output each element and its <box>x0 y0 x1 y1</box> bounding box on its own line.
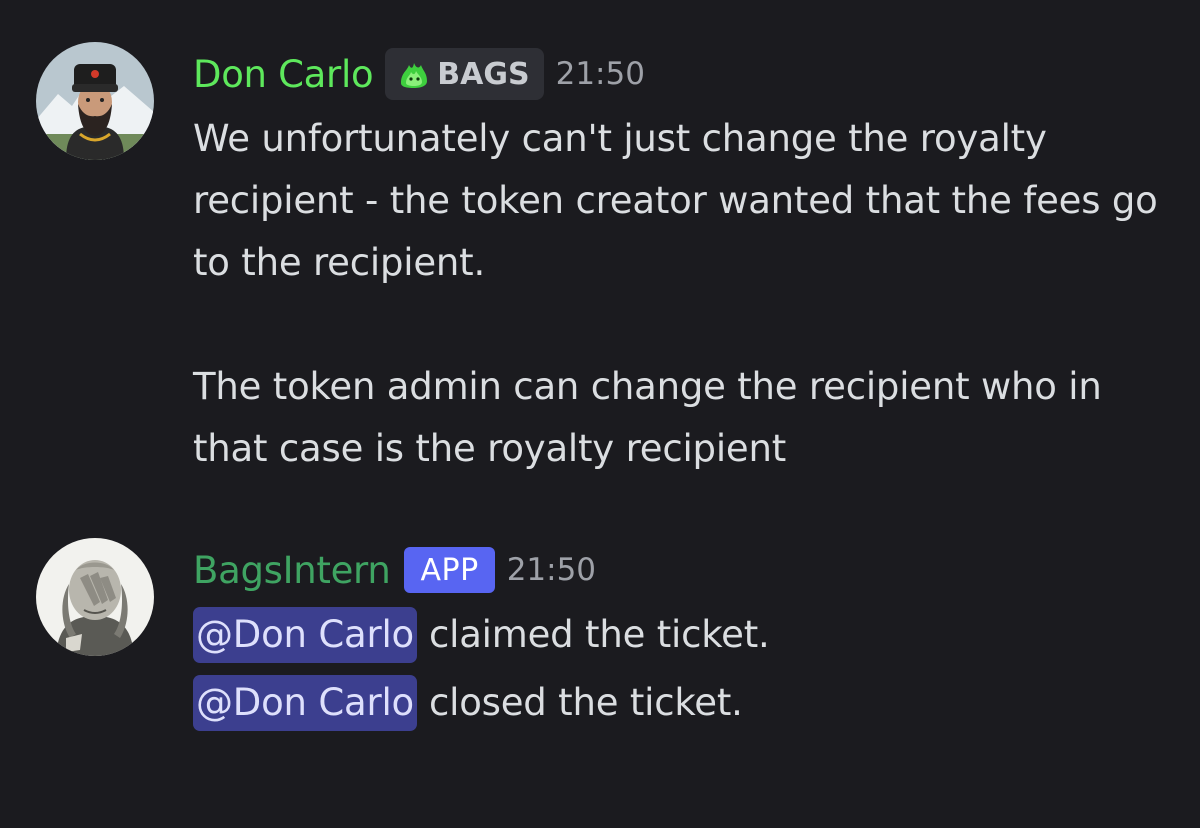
user-mention[interactable]: @Don Carlo <box>193 675 417 731</box>
timestamp[interactable]: 21:50 <box>556 56 645 92</box>
green-flame-icon <box>401 63 428 88</box>
bearded-man-avatar-icon <box>36 42 154 160</box>
franklin-portrait-avatar-icon <box>36 538 154 656</box>
message-line: @Don Carlo claimed the ticket. <box>193 601 1173 669</box>
server-tag-badge[interactable]: BAGS <box>385 48 544 100</box>
avatar-don-carlo[interactable] <box>36 42 154 160</box>
message-text: claimed the ticket. <box>428 613 770 656</box>
chat-log: Don Carlo BAGS 21:50 We unfortunately ca… <box>0 0 1200 828</box>
message-header: Don Carlo BAGS 21:50 <box>193 46 645 102</box>
tag-label: BAGS <box>437 56 530 92</box>
user-mention[interactable]: @Don Carlo <box>193 607 417 663</box>
message-line: @Don Carlo closed the ticket. <box>193 669 1173 737</box>
username[interactable]: Don Carlo <box>193 53 374 96</box>
username[interactable]: BagsIntern <box>193 549 391 592</box>
timestamp[interactable]: 21:50 <box>507 552 596 588</box>
app-badge: APP <box>404 547 495 593</box>
message-content: @Don Carlo claimed the ticket. @Don Carl… <box>193 601 1173 737</box>
message-paragraph: The token admin can change the recipient… <box>193 365 1102 470</box>
message-header: BagsIntern APP 21:50 <box>193 542 596 598</box>
message-paragraph: We unfortunately can't just change the r… <box>193 117 1158 284</box>
avatar-bagsintern[interactable] <box>36 538 154 656</box>
message-content: We unfortunately can't just change the r… <box>193 108 1173 480</box>
message-text: closed the ticket. <box>428 681 743 724</box>
